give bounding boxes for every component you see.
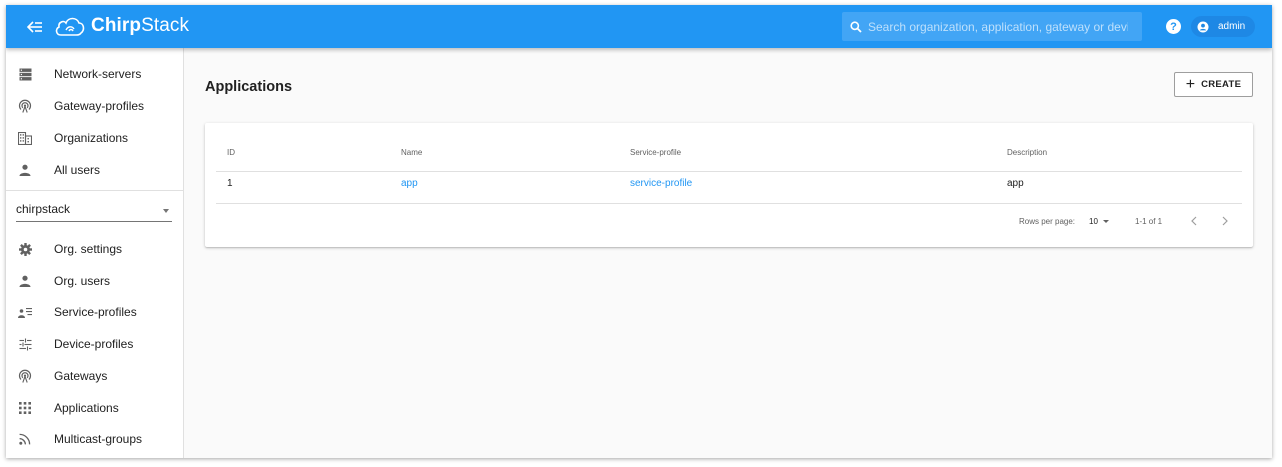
column-header-id[interactable]: ID xyxy=(227,148,235,157)
sidebar-item-label: Device-profiles xyxy=(54,337,134,351)
pagination-range: 1-1 of 1 xyxy=(1135,217,1163,226)
sidebar-item-service-profiles[interactable]: Service-profiles xyxy=(6,297,184,327)
cell-description: app xyxy=(1007,178,1024,189)
logo-text-strong: Chirp xyxy=(91,15,142,36)
create-button-label: CREATE xyxy=(1201,79,1242,90)
sidebar-item-network-servers[interactable]: Network-servers xyxy=(6,59,184,89)
search-icon xyxy=(850,20,862,33)
menu-collapse-icon[interactable] xyxy=(25,17,45,37)
antenna-icon xyxy=(17,98,33,114)
rows-per-page-label: Rows per page: xyxy=(1019,217,1076,226)
chirpstack-logo[interactable]: ChirpStack xyxy=(54,12,189,40)
column-header-name[interactable]: Name xyxy=(401,148,422,157)
account-circle-icon xyxy=(1197,21,1209,32)
chevron-down-icon xyxy=(1102,219,1109,223)
rows-per-page-select[interactable]: 10 xyxy=(1089,213,1109,229)
sidebar-item-organizations[interactable]: Organizations xyxy=(6,123,184,153)
chirpstack-cloud-icon xyxy=(55,17,85,36)
service-profile-link[interactable]: service-profile xyxy=(630,178,692,189)
chevron-down-icon xyxy=(163,209,169,213)
sidebar-item-label: Org. settings xyxy=(54,242,123,256)
next-page-button[interactable] xyxy=(1216,212,1234,230)
sidebar: Network-servers Gateway-profiles Organiz… xyxy=(6,48,184,458)
tune-icon xyxy=(17,336,33,352)
chevron-left-icon xyxy=(1191,216,1197,226)
search-input[interactable] xyxy=(868,19,1128,34)
cell-id: 1 xyxy=(227,178,233,189)
server-icon xyxy=(17,66,33,82)
sidebar-item-label: Multicast-groups xyxy=(54,432,143,446)
column-header-description[interactable]: Description xyxy=(1007,148,1047,157)
sidebar-item-label: Org. users xyxy=(54,274,111,288)
column-header-service-profile[interactable]: Service-profile xyxy=(630,148,681,157)
sidebar-item-label: All users xyxy=(54,163,101,177)
sidebar-item-label: Organizations xyxy=(54,131,129,145)
user-label: admin xyxy=(1218,21,1246,32)
logo-text-light: Stack xyxy=(141,15,190,36)
chevron-right-icon xyxy=(1222,216,1228,226)
account-details-icon xyxy=(17,304,33,320)
sidebar-item-applications[interactable]: Applications xyxy=(6,393,184,423)
search-box[interactable] xyxy=(842,12,1142,41)
sidebar-item-org-settings[interactable]: Org. settings xyxy=(6,234,184,264)
previous-page-button[interactable] xyxy=(1185,212,1203,230)
sidebar-item-device-profiles[interactable]: Device-profiles xyxy=(6,329,184,359)
user-menu-button[interactable]: admin xyxy=(1191,16,1256,37)
person-icon xyxy=(17,162,33,178)
header-divider xyxy=(216,171,1242,172)
sidebar-item-all-users[interactable]: All users xyxy=(6,155,184,185)
app-window: ChirpStack ? admin Network-servers xyxy=(6,5,1272,458)
sidebar-item-multicast-groups[interactable]: Multicast-groups xyxy=(6,424,184,454)
help-circle-icon[interactable]: ? xyxy=(1166,19,1181,34)
logo-text: ChirpStack xyxy=(91,15,189,37)
sidebar-item-label: Applications xyxy=(54,401,119,415)
gear-icon xyxy=(17,241,33,257)
organization-select-value: chirpstack xyxy=(16,202,71,216)
sidebar-item-label: Service-profiles xyxy=(54,305,137,319)
page-title: Applications xyxy=(205,79,293,95)
plus-icon: + xyxy=(1185,75,1196,93)
building-icon xyxy=(17,130,33,146)
sidebar-item-gateways[interactable]: Gateways xyxy=(6,361,184,391)
rows-per-page-value: 10 xyxy=(1089,216,1098,226)
top-app-bar: ChirpStack ? admin xyxy=(6,5,1272,48)
person-icon xyxy=(17,273,33,289)
applications-table-card: ID Name Service-profile Description 1 ap… xyxy=(205,123,1253,247)
sidebar-item-gateway-profiles[interactable]: Gateway-profiles xyxy=(6,91,184,121)
sidebar-divider xyxy=(6,190,184,191)
organization-select[interactable]: chirpstack xyxy=(16,198,172,222)
application-link[interactable]: app xyxy=(401,178,418,189)
sidebar-item-org-users[interactable]: Org. users xyxy=(6,266,184,296)
sidebar-item-label: Gateways xyxy=(54,369,108,383)
sidebar-item-label: Gateway-profiles xyxy=(54,99,145,113)
antenna-icon xyxy=(17,368,33,384)
apps-grid-icon xyxy=(17,400,33,416)
create-button[interactable]: + CREATE xyxy=(1174,72,1253,97)
rss-icon xyxy=(17,431,33,447)
sidebar-item-label: Network-servers xyxy=(54,67,142,81)
row-divider xyxy=(216,203,1242,204)
